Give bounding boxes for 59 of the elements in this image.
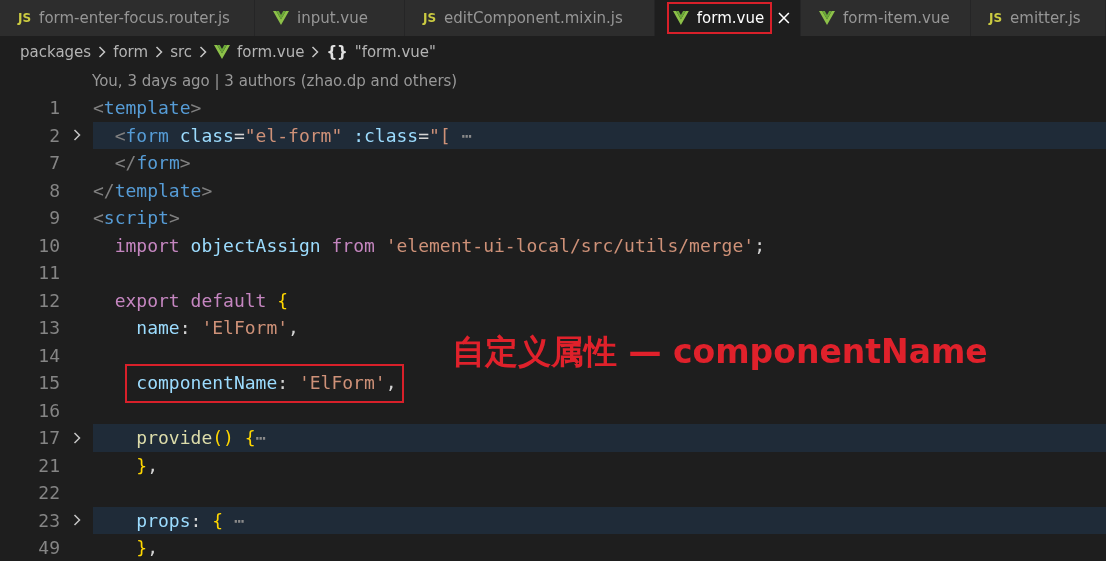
line-number: 8: [48, 179, 60, 201]
braces-icon: {}: [326, 43, 348, 61]
breadcrumb-item[interactable]: packages: [20, 43, 92, 61]
line-number: 13: [37, 317, 60, 339]
line-number: 11: [37, 262, 60, 284]
code-line: provide() {⋯: [135, 427, 267, 449]
vue-icon: [819, 11, 835, 25]
code-line: export default {: [113, 289, 289, 311]
code-line: </form>: [113, 152, 191, 174]
chevron-icon: [98, 46, 107, 58]
line-number: 22: [37, 482, 60, 504]
code-line: <form class="el-form" :class="[ ⋯: [113, 124, 473, 146]
line-number: 2: [48, 124, 60, 146]
line-number: 7: [48, 152, 60, 174]
line-number: 16: [37, 399, 60, 421]
js-file-icon: JS: [989, 11, 1003, 25]
codelens-text[interactable]: You, 3 days ago | 3 authors (zhao.dp and others): [0, 68, 1106, 94]
code-line: },: [135, 537, 159, 559]
line-number: 15: [37, 372, 60, 394]
close-icon[interactable]: [778, 12, 790, 24]
annotation-text: 自定义属性 — componentName: [452, 331, 988, 373]
code-line: <script>: [93, 207, 180, 229]
js-file-icon: JS: [18, 11, 32, 25]
editor-tab[interactable]: JS form-enter-focus.router.js: [0, 0, 255, 36]
code-line: </template>: [93, 179, 213, 201]
line-number: 12: [37, 289, 60, 311]
line-number: 14: [37, 344, 60, 366]
breadcrumb-item[interactable]: "form.vue": [354, 43, 436, 61]
breadcrumb-item[interactable]: form: [113, 43, 149, 61]
code-line: <template>: [93, 97, 202, 119]
editor-tab[interactable]: JS editComponent.mixin.js: [405, 0, 655, 36]
code-line: componentName: 'ElForm',: [93, 372, 397, 394]
fold-chevron-icon[interactable]: [73, 431, 81, 444]
line-number: 17: [37, 427, 60, 449]
chevron-icon: [311, 46, 320, 58]
chevron-icon: [199, 46, 208, 58]
line-number: 9: [48, 207, 60, 229]
editor-tab[interactable]: form-item.vue: [801, 0, 971, 36]
code-line: name: 'ElForm',: [135, 317, 299, 339]
line-number: 1: [48, 97, 60, 119]
breadcrumb-item[interactable]: form.vue: [237, 43, 305, 61]
code-line: import objectAssign from 'element-ui-local/src/utils/merge';: [113, 234, 765, 256]
editor-tab[interactable]: form.vue: [655, 0, 801, 36]
vue-icon: [673, 11, 689, 25]
js-file-icon: JS: [423, 11, 437, 25]
line-number: 23: [37, 509, 60, 531]
line-number: 10: [37, 234, 60, 256]
line-number: 49: [37, 537, 60, 559]
line-number: 21: [37, 454, 60, 476]
editor-tab[interactable]: input.vue: [255, 0, 405, 36]
fold-chevron-icon[interactable]: [73, 129, 81, 142]
code-line: },: [135, 454, 159, 476]
breadcrumb-item[interactable]: src: [170, 43, 193, 61]
code-line: props: { ⋯: [135, 509, 245, 531]
vue-icon: [273, 11, 289, 25]
vue-icon: [214, 45, 231, 59]
chevron-icon: [155, 46, 164, 58]
fold-chevron-icon[interactable]: [73, 514, 81, 527]
editor-tab[interactable]: JS emitter.js: [971, 0, 1106, 36]
